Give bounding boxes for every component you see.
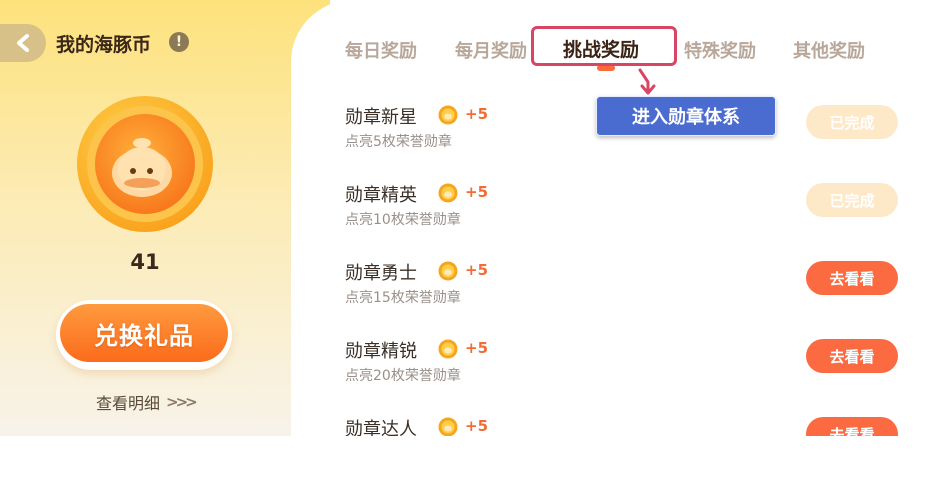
task-title: 勋章新星 [345, 107, 417, 128]
task-row: 勋章精锐 +5 点亮20枚荣誉勋章 去看看 [345, 337, 905, 397]
task-reward: +5 [465, 417, 489, 435]
task-reward: +5 [465, 261, 489, 279]
task-title: 勋章精英 [345, 185, 417, 206]
task-reward: +5 [465, 183, 489, 201]
page-title: 我的海豚币 [56, 34, 152, 56]
exchange-gift-button[interactable]: 兑换礼品 [56, 300, 232, 370]
coin-icon [438, 183, 458, 203]
back-button[interactable] [0, 24, 46, 62]
task-title: 勋章勇士 [345, 263, 417, 284]
tab-daily[interactable]: 每日奖励 [345, 37, 417, 63]
task-title: 勋章精锐 [345, 341, 417, 362]
task-row: 勋章精英 +5 点亮10枚荣誉勋章 已完成 [345, 181, 905, 241]
task-row: 勋章达人 +5 去看看 [345, 415, 905, 436]
tab-other[interactable]: 其他奖励 [793, 37, 865, 63]
highlight-box [531, 26, 677, 66]
task-description: 点亮15枚荣誉勋章 [345, 290, 461, 306]
task-reward: +5 [465, 105, 489, 123]
task-completed-button: 已完成 [806, 105, 898, 139]
view-details-link[interactable]: 查看明细 >>> [96, 390, 198, 414]
task-go-button[interactable]: 去看看 [806, 339, 898, 373]
coin-page: 我的海豚币 ! 41 兑换礼品 查看明细 >>> 每日奖励 每月奖励 挑战奖励 … [0, 0, 927, 478]
coin-count: 41 [130, 250, 160, 274]
task-go-button[interactable]: 去看看 [806, 261, 898, 295]
task-row: 勋章勇士 +5 点亮15枚荣誉勋章 去看看 [345, 259, 905, 319]
coin-icon [438, 417, 458, 436]
task-description: 点亮10枚荣誉勋章 [345, 212, 461, 228]
coin-icon [438, 339, 458, 359]
coin-icon [438, 261, 458, 281]
view-details-label: 查看明细 [96, 394, 161, 413]
task-description: 点亮20枚荣誉勋章 [345, 368, 461, 384]
chevron-left-icon [17, 34, 29, 52]
dolphin-coin-icon [77, 96, 213, 232]
rewards-panel: 每日奖励 每月奖励 挑战奖励 特殊奖励 其他奖励 进入勋章体系 勋章新星 +5 … [291, 0, 927, 436]
tab-monthly[interactable]: 每月奖励 [455, 37, 527, 63]
task-row: 勋章新星 +5 点亮5枚荣誉勋章 已完成 [345, 103, 905, 163]
arrow-down-icon [638, 68, 656, 95]
exchange-gift-label: 兑换礼品 [60, 304, 228, 362]
task-reward: +5 [465, 339, 489, 357]
chevron-right-icon: >>> [166, 393, 198, 411]
task-description: 点亮5枚荣誉勋章 [345, 134, 452, 150]
reward-tabs: 每日奖励 每月奖励 挑战奖励 特殊奖励 其他奖励 [291, 0, 927, 80]
coin-icon [438, 105, 458, 125]
info-icon[interactable]: ! [169, 32, 189, 52]
wallet-panel: 我的海豚币 ! 41 兑换礼品 查看明细 >>> [0, 0, 330, 436]
task-completed-button: 已完成 [806, 183, 898, 217]
task-go-button[interactable]: 去看看 [806, 417, 898, 436]
task-title: 勋章达人 [345, 419, 417, 436]
tab-special[interactable]: 特殊奖励 [684, 37, 756, 63]
